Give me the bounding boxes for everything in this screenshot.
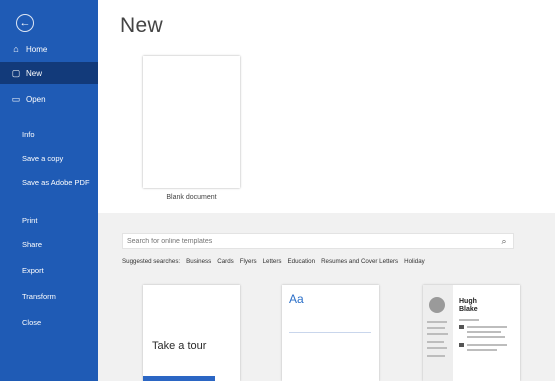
template-take-a-tour[interactable]: Take a tour (143, 285, 240, 381)
page-title: New (120, 14, 163, 37)
resume-text-line (427, 355, 445, 357)
resume-photo (429, 297, 445, 313)
template-title: Aa (289, 292, 304, 306)
suggested-search-flyers[interactable]: Flyers (240, 258, 257, 265)
template-resume[interactable]: Hugh Blake (423, 285, 520, 381)
new-document-icon: ▢ (11, 67, 21, 78)
resume-text-line (467, 331, 501, 333)
menu-item-close[interactable]: Close (22, 318, 94, 327)
search-input[interactable] (122, 233, 514, 249)
resume-bullet (459, 343, 464, 347)
blank-document-template[interactable] (143, 56, 240, 188)
resume-text-line (427, 327, 445, 329)
home-icon: ⌂ (13, 44, 19, 54)
menu-item-print[interactable]: Print (22, 216, 94, 225)
nav-item-home[interactable]: ⌂ Home (0, 38, 98, 60)
suggested-search-education[interactable]: Education (288, 258, 316, 265)
nav-item-label: Open (26, 94, 46, 104)
menu-item-share[interactable]: Share (22, 240, 94, 249)
resume-text-line (467, 344, 507, 346)
suggested-searches: Suggested searches: Business Cards Flyer… (122, 258, 431, 265)
suggested-search-holiday[interactable]: Holiday (404, 258, 425, 265)
template-aa[interactable]: Aa (282, 285, 379, 381)
resume-text-line (459, 319, 479, 321)
suggested-searches-label: Suggested searches: (122, 258, 181, 265)
template-divider (289, 332, 371, 333)
nav-item-label: Home (26, 44, 48, 54)
menu-item-info[interactable]: Info (22, 130, 94, 139)
menu-item-save-a-copy[interactable]: Save a copy (22, 154, 94, 163)
blank-document-label: Blank document (166, 194, 217, 201)
resume-text-line (427, 333, 448, 335)
template-title: Take a tour (152, 340, 207, 352)
suggested-search-letters[interactable]: Letters (263, 258, 282, 265)
resume-text-line (427, 347, 447, 349)
search-icon[interactable]: ⌕ (498, 235, 510, 247)
resume-text-line (467, 336, 505, 338)
suggested-search-resumes[interactable]: Resumes and Cover Letters (321, 258, 398, 265)
nav-item-new[interactable]: ▢ New (0, 62, 98, 84)
menu-item-transform[interactable]: Transform (22, 292, 94, 301)
resume-text-line (467, 349, 497, 351)
menu-item-save-as-adobe-pdf[interactable]: Save as Adobe PDF (22, 178, 94, 187)
nav-item-label: New (26, 68, 43, 78)
folder-open-icon: ▭ (11, 93, 21, 104)
back-arrow-icon[interactable]: ← (16, 14, 34, 32)
resume-text-line (427, 321, 447, 323)
nav-item-open[interactable]: ▭ Open (0, 88, 98, 110)
menu-item-export[interactable]: Export (22, 266, 94, 275)
template-accent-bar (143, 376, 215, 381)
resume-name-last: Blake (459, 306, 478, 313)
resume-text-line (467, 326, 507, 328)
resume-name-first: Hugh (459, 298, 477, 305)
suggested-search-cards[interactable]: Cards (217, 258, 234, 265)
suggested-search-business[interactable]: Business (186, 258, 211, 265)
resume-bullet (459, 325, 464, 329)
resume-text-line (427, 341, 444, 343)
backstage-sidebar: ← ⌂ Home ▢ New ▭ Open Info Save a copy S… (0, 0, 98, 381)
